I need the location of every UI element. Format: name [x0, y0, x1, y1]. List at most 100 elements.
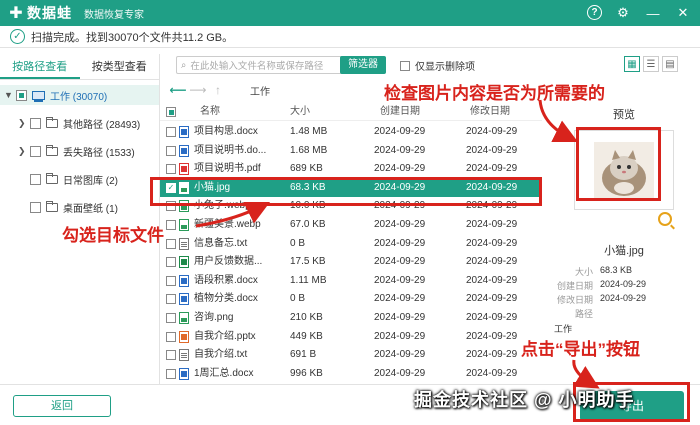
- tree-checkbox[interactable]: [30, 201, 41, 213]
- row-name: 项目说明书.pdf: [194, 163, 261, 175]
- row-created: 2024-09-29: [374, 274, 426, 286]
- toolbar: ⌕ 在此处输入文件名称或保存路径 筛选器 仅显示删除项 ▦ ☰ ▤: [170, 56, 700, 74]
- tree-item-lost-paths[interactable]: ❯ 丢失路径 (1533): [18, 141, 135, 161]
- tree-item-work[interactable]: ▼ 工作 (30070): [0, 85, 159, 105]
- tab-by-type[interactable]: 按类型查看: [80, 54, 160, 79]
- row-checkbox[interactable]: [166, 350, 176, 361]
- chevron-right-icon[interactable]: ❯: [18, 118, 26, 129]
- row-modified: 2024-09-29: [466, 163, 518, 175]
- table-row[interactable]: 咨询.png 210 KB 2024-09-29 2024-09-29: [160, 309, 542, 327]
- row-name: 新疆美景.webp: [194, 219, 261, 230]
- row-size: 691 B: [290, 349, 317, 361]
- table-row[interactable]: 信息备忘.txt 0 B 2024-09-29 2024-09-29: [160, 235, 542, 253]
- tree-item-wallpaper[interactable]: 桌面壁纸 (1): [30, 197, 118, 217]
- close-icon[interactable]: ✕: [674, 4, 692, 22]
- meta-key: 大小: [574, 267, 593, 277]
- row-modified: 2024-09-29: [466, 144, 518, 156]
- row-name: 用户反馈数据...: [194, 256, 263, 268]
- tree-checkbox[interactable]: [30, 145, 41, 157]
- table-row[interactable]: 项目构思.docx 1.48 MB 2024-09-29 2024-09-29: [160, 123, 542, 141]
- table-row[interactable]: 用户反馈数据... 17.5 KB 2024-09-29 2024-09-29: [160, 253, 542, 271]
- row-checkbox[interactable]: [166, 368, 176, 379]
- row-name: 植物分类.docx: [194, 293, 258, 305]
- deleted-only-toggle[interactable]: 仅显示删除项: [400, 58, 475, 73]
- row-checkbox[interactable]: [166, 220, 176, 230]
- tree-item-daily-gallery[interactable]: 日常图库 (2): [30, 169, 118, 189]
- folder-icon: [46, 172, 58, 184]
- list-view-icon[interactable]: ☰: [643, 56, 659, 72]
- chevron-down-icon[interactable]: ▼: [4, 90, 13, 100]
- row-checkbox[interactable]: [166, 313, 176, 323]
- row-checkbox[interactable]: [166, 275, 176, 286]
- col-header-created[interactable]: 创建日期: [380, 103, 420, 121]
- row-checkbox[interactable]: [166, 257, 176, 268]
- row-modified: 2024-09-29: [466, 237, 518, 249]
- row-name: 语段积累.docx: [194, 274, 258, 286]
- zoom-icon[interactable]: [658, 212, 672, 226]
- tree-label: 桌面壁纸 (1): [63, 203, 118, 215]
- folder-icon: [46, 200, 58, 212]
- tree-checkbox[interactable]: [30, 173, 41, 185]
- row-checkbox[interactable]: [166, 331, 176, 342]
- tree-label: 其他路径 (28493): [63, 119, 141, 131]
- back-arrow-icon[interactable]: ⟵: [168, 83, 188, 97]
- annotation-box-selected-row: [150, 177, 542, 206]
- tree-item-other-paths[interactable]: ❯ 其他路径 (28493): [18, 113, 140, 133]
- row-checkbox[interactable]: [166, 294, 176, 305]
- row-size: 996 KB: [290, 367, 323, 379]
- app-name: 数据蛙: [27, 5, 72, 21]
- col-header-modified[interactable]: 修改日期: [470, 103, 510, 121]
- row-created: 2024-09-29: [374, 144, 426, 156]
- help-icon[interactable]: ?: [587, 5, 602, 20]
- row-created: 2024-09-29: [374, 163, 426, 175]
- row-created: 2024-09-29: [374, 330, 426, 342]
- title-bar: ✚ 数据蛙 数据恢复专家 ? ⚙ — ✕: [0, 0, 700, 26]
- table-row[interactable]: 语段积累.docx 1.11 MB 2024-09-29 2024-09-29: [160, 272, 542, 290]
- col-header-size[interactable]: 大小: [290, 103, 310, 121]
- row-modified: 2024-09-29: [466, 274, 518, 286]
- select-all-checkbox[interactable]: [166, 107, 176, 117]
- table-row[interactable]: 项目说明书.pdf 689 KB 2024-09-29 2024-09-29: [160, 160, 542, 178]
- minimize-icon[interactable]: —: [644, 4, 662, 22]
- tree-checkbox[interactable]: [30, 117, 41, 129]
- row-name: 自我介绍.pptx: [194, 330, 256, 342]
- tree-label: 工作 (30070): [50, 91, 108, 103]
- table-row[interactable]: 项目说明书.do... 1.68 MB 2024-09-29 2024-09-29: [160, 142, 542, 160]
- app-subtitle: 数据恢复专家: [84, 9, 144, 21]
- row-checkbox[interactable]: [166, 127, 176, 137]
- row-checkbox[interactable]: [166, 145, 176, 156]
- table-row[interactable]: 1周汇总.docx 996 KB 2024-09-29 2024-09-29: [160, 365, 542, 383]
- row-checkbox[interactable]: [166, 238, 176, 249]
- watermark: 掘金技术社区 @ 小明助手: [414, 390, 635, 410]
- row-created: 2024-09-29: [374, 293, 426, 305]
- deleted-only-checkbox[interactable]: [400, 60, 410, 71]
- table-row[interactable]: 自我介绍.pptx 449 KB 2024-09-29 2024-09-29: [160, 328, 542, 346]
- tree-checkbox[interactable]: [16, 89, 27, 101]
- tab-by-path[interactable]: 按路径查看: [0, 54, 80, 79]
- meta-key: 修改日期: [556, 295, 593, 305]
- file-list-header: 名称 大小 创建日期 修改日期: [160, 103, 542, 121]
- row-created: 2024-09-29: [374, 237, 426, 249]
- filter-button[interactable]: 筛选器: [340, 56, 386, 74]
- scan-status-bar: ✓ 扫描完成。找到30070个文件共11.2 GB。: [0, 26, 700, 48]
- chevron-right-icon[interactable]: ❯: [18, 146, 26, 157]
- table-row[interactable]: 新疆美景.webp 67.0 KB 2024-09-29 2024-09-29: [160, 216, 542, 234]
- forward-arrow-icon[interactable]: ⟶: [188, 83, 208, 97]
- table-row[interactable]: 自我介绍.txt 691 B 2024-09-29 2024-09-29: [160, 346, 542, 364]
- image-file-icon: [179, 219, 189, 231]
- grid-view-icon[interactable]: ▦: [624, 56, 640, 72]
- detail-view-icon[interactable]: ▤: [662, 56, 678, 72]
- row-created: 2024-09-29: [374, 219, 426, 230]
- up-arrow-icon[interactable]: ↑: [208, 83, 228, 97]
- row-size: 1.11 MB: [290, 274, 327, 286]
- folder-icon: [46, 144, 58, 156]
- annotation-click-export: 点击“导出”按钮: [521, 340, 640, 359]
- pdf-file-icon: [179, 163, 189, 176]
- table-row[interactable]: 植物分类.docx 0 B 2024-09-29 2024-09-29: [160, 290, 542, 308]
- back-button[interactable]: 返回: [13, 395, 111, 417]
- row-size: 0 B: [290, 293, 306, 305]
- tree-label: 丢失路径 (1533): [63, 147, 135, 159]
- settings-icon[interactable]: ⚙: [614, 4, 632, 22]
- col-header-name[interactable]: 名称: [200, 103, 220, 121]
- row-checkbox[interactable]: [166, 164, 176, 175]
